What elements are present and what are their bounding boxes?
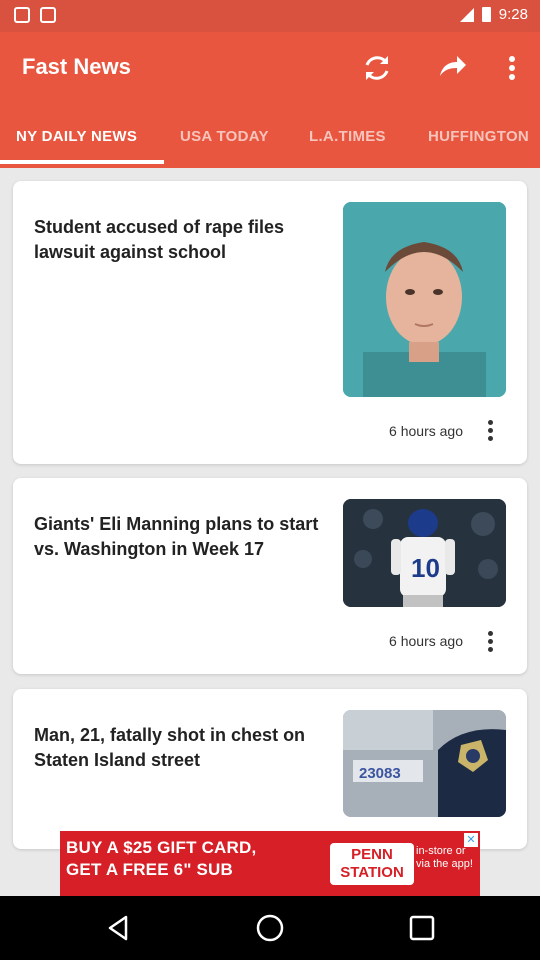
ad-close-icon[interactable]: ✕	[464, 833, 478, 847]
overflow-menu-icon[interactable]	[496, 52, 528, 84]
tab-usa-today[interactable]: USA TODAY	[180, 128, 269, 145]
ad-line-2: GET A FREE 6" SUB	[66, 860, 234, 879]
tab-huffington[interactable]: HUFFINGTON	[428, 128, 529, 145]
ad-brand-bottom: STATION	[340, 864, 404, 881]
app-title: Fast News	[22, 54, 131, 79]
ad-banner[interactable]: BUY A $25 GIFT CARD, GET A FREE 6" SUB P…	[60, 831, 480, 896]
tab-ny-daily-news[interactable]: NY DAILY NEWS	[16, 128, 137, 145]
notification-icon	[40, 7, 56, 23]
article-more-icon[interactable]	[479, 417, 501, 443]
article-title: Student accused of rape files lawsuit ag…	[34, 217, 285, 262]
status-time: 9:28	[498, 6, 528, 23]
article-card[interactable]: Student accused of rape files lawsuit ag…	[13, 181, 527, 464]
article-time: 6 hours ago	[389, 423, 463, 439]
app-bar: Fast News	[0, 32, 540, 104]
article-time: 6 hours ago	[389, 633, 463, 649]
article-thumbnail	[343, 202, 506, 397]
signal-icon	[459, 7, 474, 22]
share-icon[interactable]	[436, 52, 468, 84]
tab-la-times[interactable]: L.A.TIMES	[309, 128, 386, 145]
ad-brand-logo: PENN STATION	[330, 843, 414, 885]
article-title: Giants' Eli Manning plans to start vs. W…	[34, 514, 319, 559]
refresh-icon[interactable]	[361, 52, 393, 84]
recents-icon[interactable]	[406, 912, 438, 944]
battery-icon	[481, 7, 491, 22]
back-icon[interactable]	[102, 912, 134, 944]
ad-brand-top: PENN	[351, 846, 393, 863]
system-nav-bar	[0, 896, 540, 960]
article-card[interactable]: Giants' Eli Manning plans to start vs. W…	[13, 478, 527, 674]
article-more-icon[interactable]	[479, 628, 501, 654]
notification-icon	[14, 7, 30, 23]
article-thumbnail: 23083	[343, 710, 506, 817]
svg-text:10: 10	[411, 553, 440, 583]
ad-side-line-2: via the app!	[416, 858, 473, 870]
source-tabs: NY DAILY NEWS USA TODAY L.A.TIMES HUFFIN…	[0, 104, 540, 168]
ad-line-1: BUY A $25 GIFT CARD,	[66, 838, 257, 857]
home-icon[interactable]	[254, 912, 286, 944]
notification-icons	[14, 7, 56, 23]
active-tab-indicator	[0, 160, 164, 164]
svg-text:23083: 23083	[359, 765, 401, 782]
status-bar: 9:28	[0, 0, 540, 32]
article-card[interactable]: Man, 21, fatally shot in chest on Staten…	[13, 689, 527, 849]
article-thumbnail: 10	[343, 499, 506, 607]
article-title: Man, 21, fatally shot in chest on Staten…	[34, 725, 306, 770]
